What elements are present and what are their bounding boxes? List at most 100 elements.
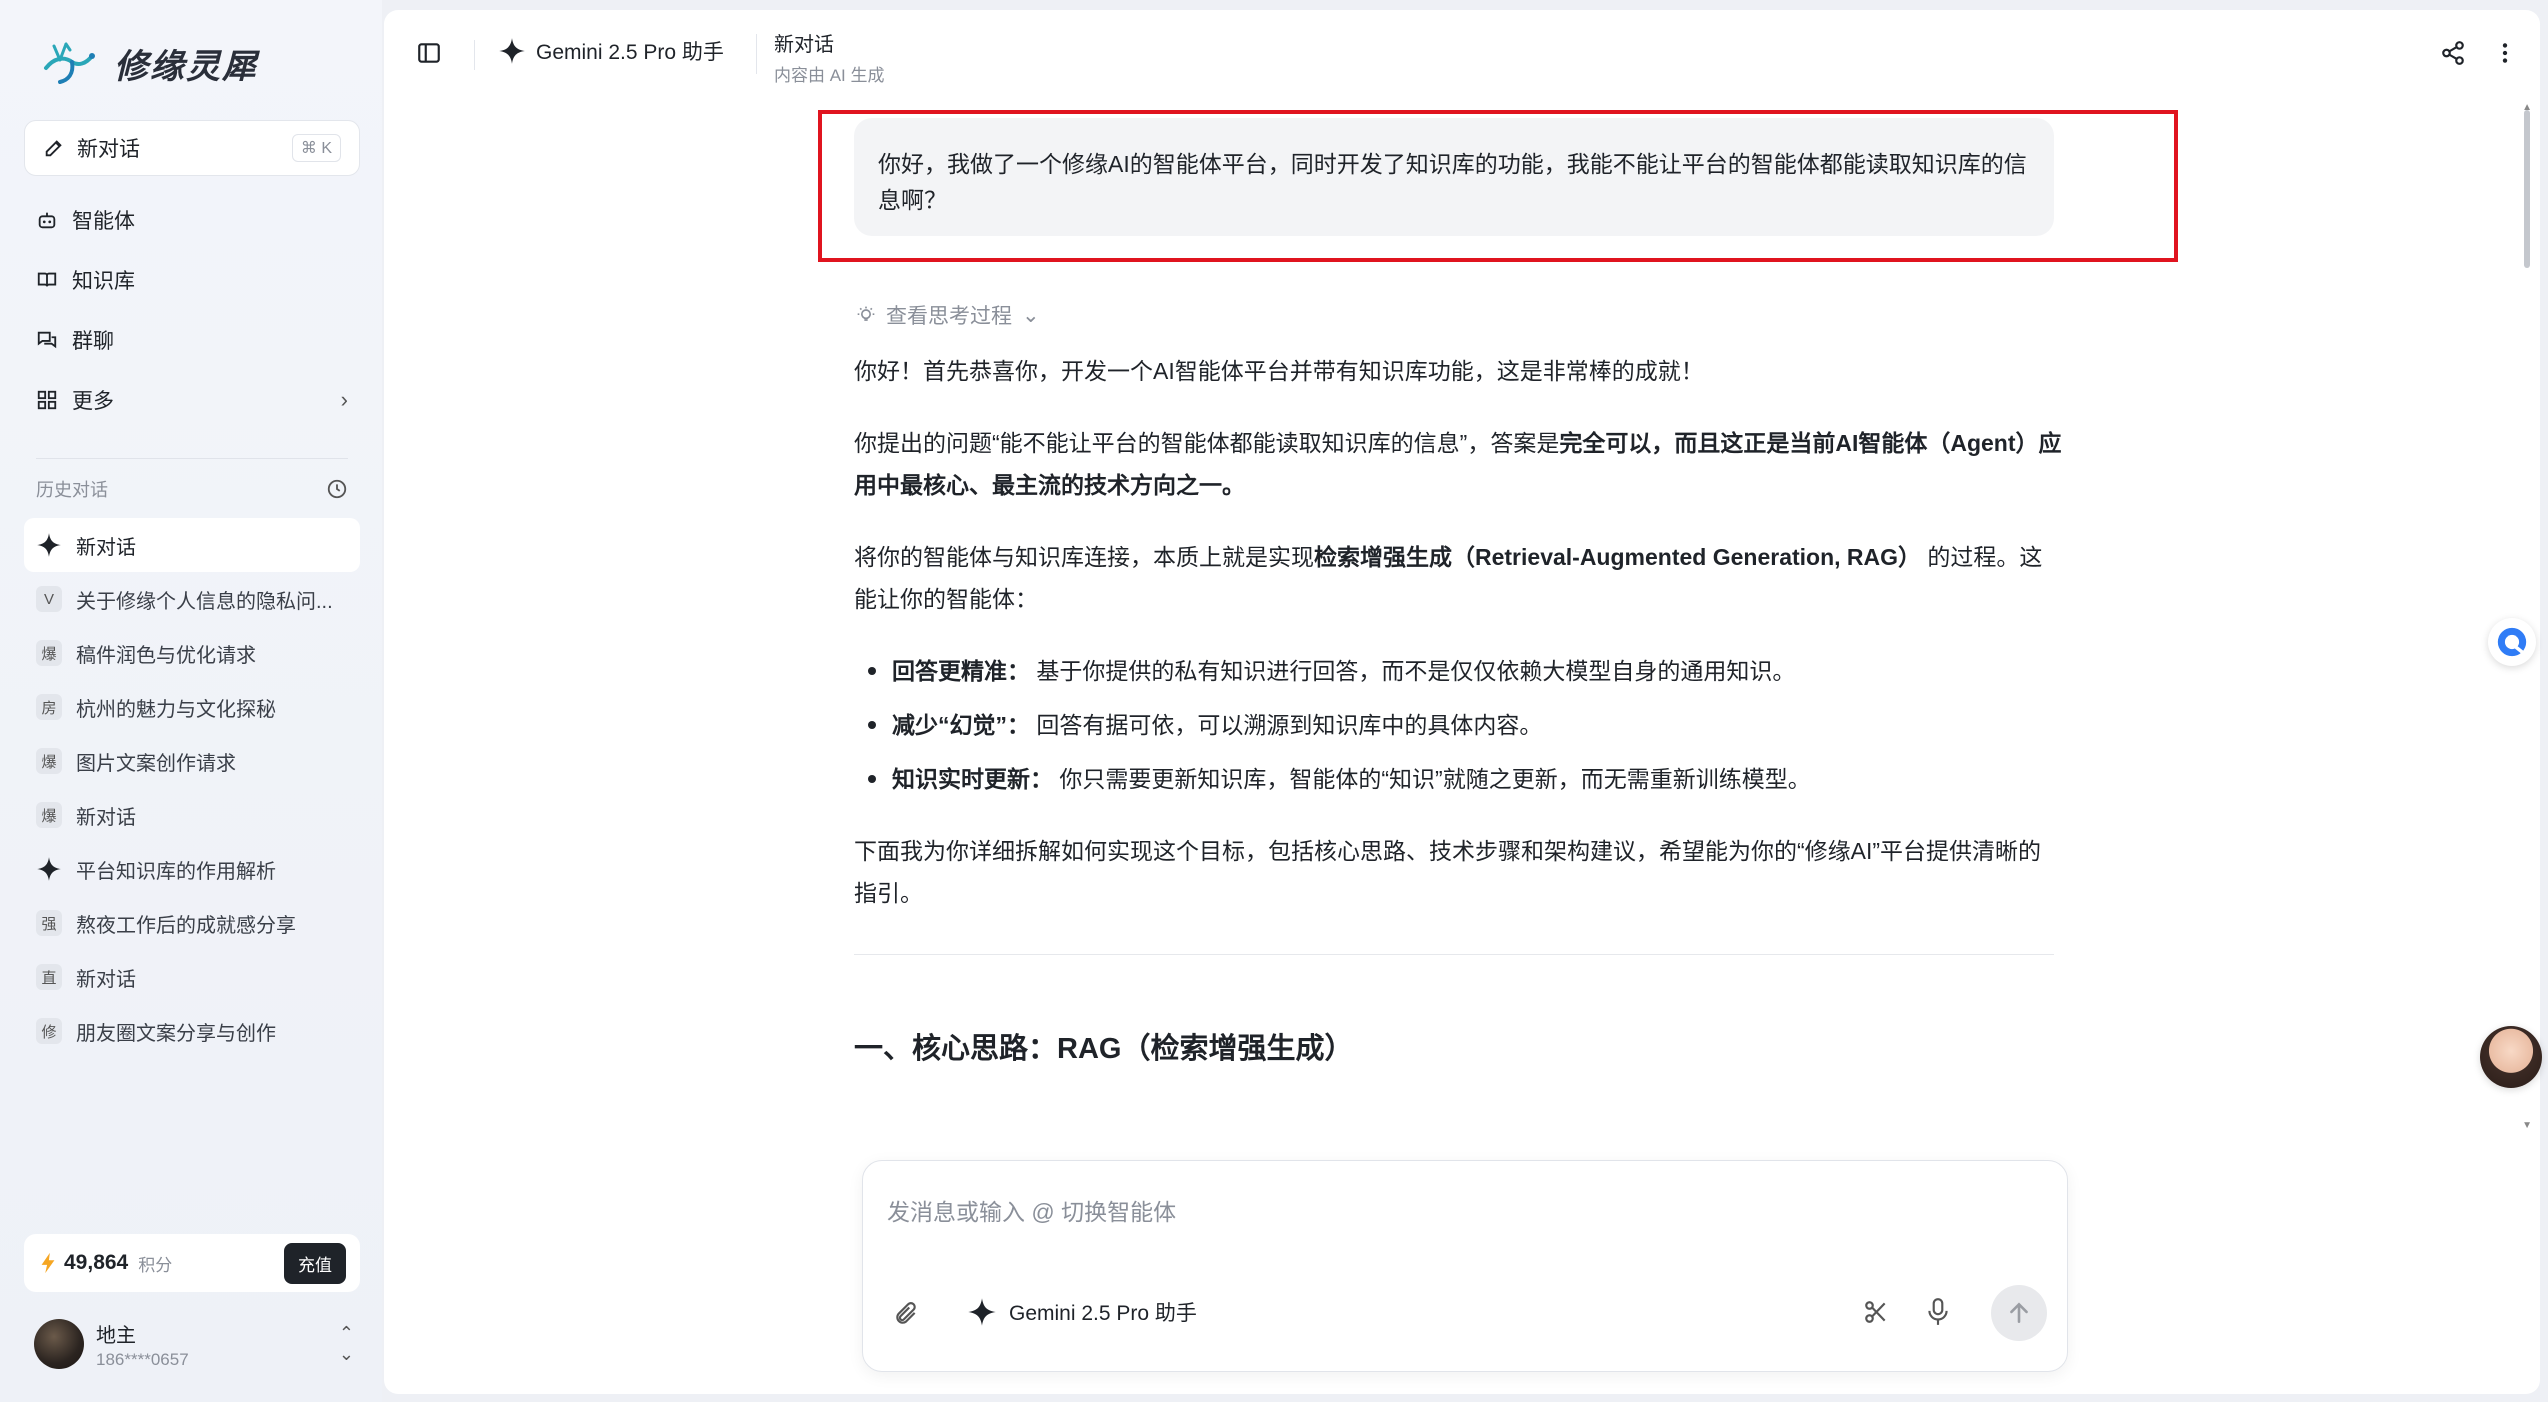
history-item-label: 熬夜工作后的成就感分享 [76,914,296,937]
send-button[interactable] [1991,1285,2047,1341]
message-input[interactable]: 发消息或输入 @ 切换智能体 [887,1193,1176,1227]
history-item[interactable]: 平台知识库的作用解析 [24,842,360,896]
history-item[interactable]: 直 新对话 [24,950,360,1004]
answer-text: 你提出的问题“能不能让平台的智能体都能读取知识库的信息”，答案是 [854,430,1560,456]
microphone-icon [1928,1298,1948,1325]
list-item: 减少“幻觉”： 回答有据可依，可以溯源到知识库中的具体内容。 [854,704,2064,746]
user-profile[interactable]: 地主 186****0657 ⌃ ⌄ [34,1316,354,1372]
list-item-text: 回答有据可依，可以溯源到知识库中的具体内容。 [1030,712,1543,738]
history-badge: 修 [36,1018,62,1044]
attach-button[interactable] [893,1301,919,1332]
history-item[interactable]: 房 杭州的魅力与文化探秘 [24,680,360,734]
history-item-label: 新对话 [76,536,136,559]
answer-paragraph: 下面我为你详细拆解如何实现这个目标，包括核心思路、技术步骤和架构建议，希望能为你… [854,838,2042,906]
answer-bold: 检索增强生成（Retrieval-Augmented Generation, R… [1314,544,1922,570]
sidebar-toggle-button[interactable] [416,40,442,71]
sidebar-item-more[interactable]: 更多 › [24,370,360,430]
floating-assistant-button[interactable] [2488,618,2536,666]
chat-icon [37,331,57,349]
chevron-down-icon: ⌄ [1022,303,1040,327]
history-badge: 爆 [36,640,62,666]
answer-paragraph: 你好！首先恭喜你，开发一个AI智能体平台并带有知识库功能，这是非常棒的成就！ [854,358,1704,384]
answer-text: 将你的智能体与知识库连接，本质上就是实现 [854,544,1314,570]
sidebar-item-knowledge[interactable]: 知识库 [24,250,360,310]
think-label: 查看思考过程 [886,305,1012,328]
conversation-title: 新对话 内容由 AI 生成 [774,28,885,86]
history-item-label: 平台知识库的作用解析 [76,860,276,883]
credits-value: 49,864 [64,1251,129,1274]
gemini-sparkle-icon [968,1298,996,1326]
share-button[interactable] [2440,40,2466,71]
history-badge: V [36,586,62,612]
answer-paragraph: 你提出的问题“能不能让平台的智能体都能读取知识库的信息”，答案是完全可以，而且这… [854,422,2064,506]
composer-model-name: Gemini 2.5 Pro 助手 [1009,1302,1197,1325]
ai-disclaimer: 内容由 AI 生成 [774,66,885,85]
history-badge: 房 [36,694,62,720]
scroll-down-arrow[interactable]: ▼ [2522,1120,2532,1131]
clock-icon[interactable] [326,478,348,500]
history-item[interactable]: 修 朋友圈文案分享与创作 [24,1004,360,1058]
history-badge: 爆 [36,802,62,828]
topbar: Gemini 2.5 Pro 助手 新对话 内容由 AI 生成 [384,10,2540,100]
bullet-dot [868,775,876,783]
sidebar-item-label: 群聊 [72,330,114,353]
list-item-text: 基于你提供的私有知识进行回答，而不是仅仅依赖大模型自身的通用知识。 [1030,658,1796,684]
history-list: 新对话 V 关于修缘个人信息的隐私问... 爆 稿件润色与优化请求 房 杭州的魅… [24,518,360,1058]
sidebar-item-label: 智能体 [72,210,135,233]
user-info: 地主 186****0657 [96,1319,189,1370]
gemini-sparkle-icon [499,38,525,64]
floating-avatar[interactable] [2480,1026,2542,1088]
answer-bullets: 回答更精准： 基于你提供的私有知识进行回答，而不是仅仅依赖大模型自身的通用知识。… [854,650,2064,800]
section-divider [854,954,2054,955]
history-item[interactable]: 新对话 [24,518,360,572]
section-heading: 一、核心思路：RAG（检索增强生成） [854,1033,1354,1065]
assistant-answer: 查看思考过程 ⌄ 你好！首先恭喜你，开发一个AI智能体平台并带有知识库功能，这是… [854,300,2064,1067]
history-badge: 强 [36,910,62,936]
main-panel: Gemini 2.5 Pro 助手 新对话 内容由 AI 生成 你好，我做了一个… [384,10,2540,1394]
sidebar-item-agents[interactable]: 智能体 [24,190,360,250]
page-title: 新对话 [774,34,834,56]
user-name: 地主 [96,1324,136,1347]
more-vertical-icon [2502,43,2508,63]
list-item: 回答更精准： 基于你提供的私有知识进行回答，而不是仅仅依赖大模型自身的通用知识。 [854,650,2064,692]
recharge-button[interactable]: 充值 [284,1242,346,1284]
more-menu-button[interactable] [2492,40,2518,71]
composer-model-selector[interactable]: Gemini 2.5 Pro 助手 [967,1297,1197,1327]
brand-logo[interactable]: 修缘灵犀 [40,38,258,88]
history-item[interactable]: 爆 稿件润色与优化请求 [24,626,360,680]
list-item-text: 你只需要更新知识库，智能体的“知识”就随之更新，而无需重新训练模型。 [1053,766,1811,792]
clip-button[interactable] [1863,1299,1889,1330]
list-item-content: 回答更精准： 基于你提供的私有知识进行回答，而不是仅仅依赖大模型自身的通用知识。 [892,650,1795,692]
avatar [34,1319,84,1369]
history-item[interactable]: 爆 图片文案创作请求 [24,734,360,788]
history-item[interactable]: 爆 新对话 [24,788,360,842]
topbar-divider [474,40,475,70]
list-item: 知识实时更新： 你只需要更新知识库，智能体的“知识”就随之更新，而无需重新训练模… [854,758,2064,800]
sidebar-divider [36,458,348,459]
expand-collapse-icon: ⌃ ⌄ [338,1323,354,1364]
history-item[interactable]: V 关于修缘个人信息的隐私问... [24,572,360,626]
chevron-right-icon: › [340,387,348,412]
history-item[interactable]: 强 熬夜工作后的成就感分享 [24,896,360,950]
assistant-bubble-icon [2497,627,2527,657]
scissors-icon [1865,1301,1886,1323]
list-item-content: 减少“幻觉”： 回答有据可依，可以溯源到知识库中的具体内容。 [892,704,1542,746]
view-thinking-toggle[interactable]: 查看思考过程 ⌄ [854,300,2064,330]
history-item-label: 图片文案创作请求 [76,752,236,775]
arrow-up-icon [2010,1302,2028,1323]
model-selector[interactable]: Gemini 2.5 Pro 助手 [498,36,724,66]
voice-input-button[interactable] [1925,1297,1951,1332]
history-item-label: 稿件润色与优化请求 [76,644,256,667]
history-item-label: 关于修缘个人信息的隐私问... [76,590,333,613]
new-chat-button[interactable]: 新对话 ⌘ K [24,120,360,176]
edit-icon [45,140,62,157]
bulb-icon [857,306,875,321]
new-chat-label: 新对话 [77,138,140,161]
lightning-icon [41,1252,55,1274]
sidebar-item-label: 知识库 [72,270,135,293]
history-title: 历史对话 [36,480,108,500]
sidebar-item-group-chat[interactable]: 群聊 [24,310,360,370]
brand-name: 修缘灵犀 [114,47,258,86]
scrollbar-thumb[interactable] [2524,110,2530,268]
message-composer[interactable]: 发消息或输入 @ 切换智能体 Gemini 2.5 Pro 助手 [862,1160,2068,1372]
